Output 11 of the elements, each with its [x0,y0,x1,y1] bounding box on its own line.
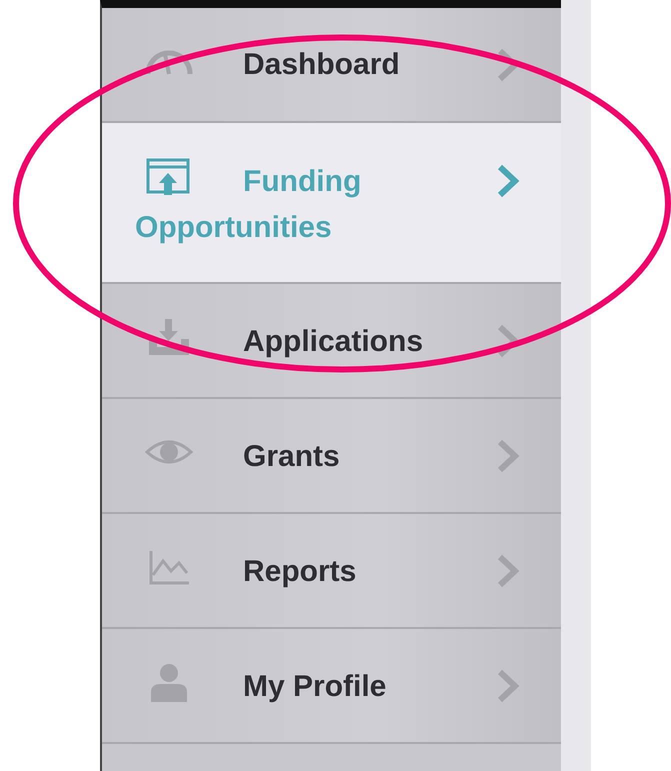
chevron-right-icon [495,163,521,199]
sidebar-item[interactable]: Dashboard [102,8,561,123]
chevron-right-icon [495,668,521,704]
sidebar-item[interactable]: Grants [102,399,561,514]
sidebar-item[interactable]: Applications [102,284,561,399]
chevron-right-icon [495,438,521,474]
chevron-right-icon [495,322,521,358]
gauge-icon [145,50,193,76]
sidebar-item[interactable]: Reports [102,514,561,629]
chevron-right-icon [495,552,521,588]
sidebar-item[interactable]: My Profile [102,629,561,744]
